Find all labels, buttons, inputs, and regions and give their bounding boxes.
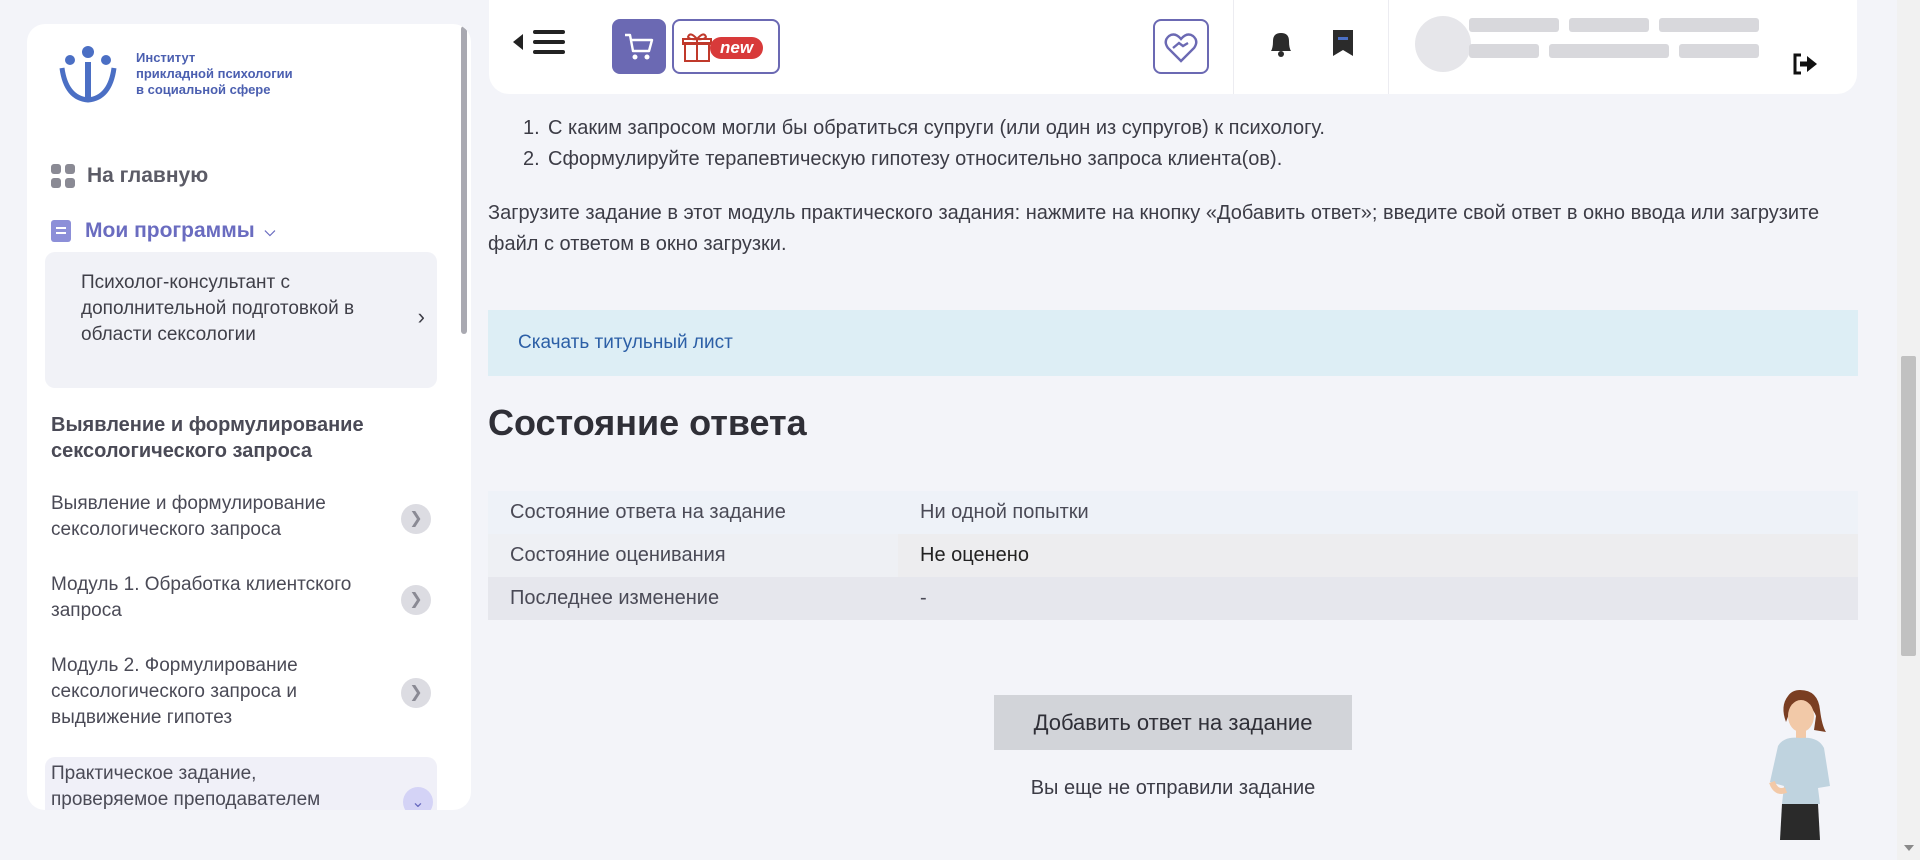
submission-status-table: Состояние ответа на задание Ни одной поп… (488, 491, 1858, 620)
download-title-page-link[interactable]: Скачать титульный лист (518, 332, 733, 354)
logout-icon (1793, 53, 1817, 75)
notifications-button[interactable] (1267, 28, 1295, 65)
sidebar-toggle-button[interactable] (513, 30, 565, 54)
section-title: Выявление и формулирование сексологическ… (51, 414, 364, 462)
chevron-right-icon[interactable]: ❯ (401, 504, 431, 534)
chevron-down-icon[interactable]: ⌄ (403, 787, 433, 810)
header-divider (1233, 0, 1234, 94)
document-icon (51, 220, 71, 242)
header-divider (1388, 0, 1389, 94)
nav-my-programs[interactable]: Мои программы ⌵ (51, 219, 275, 243)
logo-line: прикладной психологии (136, 66, 293, 81)
status-value: Не оценено (898, 534, 1858, 577)
sidebar-item-label: Модуль 1. Обработка клиентского запроса (51, 574, 352, 621)
add-submission-button[interactable]: Добавить ответ на задание (994, 695, 1352, 750)
status-label: Последнее изменение (488, 577, 898, 620)
nav-home[interactable]: На главную (51, 164, 208, 188)
submission-status-title: Состояние ответа (488, 402, 807, 443)
question-number: 1. (523, 117, 540, 139)
question-number: 2. (523, 148, 540, 170)
question-item: 2. Сформулируйте терапевтическую гипотезу… (523, 144, 1325, 175)
table-row: Последнее изменение - (488, 577, 1858, 620)
table-row: Состояние ответа на задание Ни одной поп… (488, 491, 1858, 534)
bookmarks-button[interactable] (1329, 28, 1357, 65)
new-badge: new (710, 37, 764, 59)
top-header: new (489, 0, 1857, 94)
chevron-right-icon[interactable]: ❯ (401, 678, 431, 708)
handshake-heart-icon (1164, 32, 1198, 63)
sidebar-item[interactable]: Модуль 1. Обработка клиентского запроса … (51, 572, 431, 624)
chevron-right-icon[interactable]: ❯ (401, 585, 431, 615)
gift-icon (682, 33, 712, 62)
download-banner: Скачать титульный лист (488, 310, 1858, 376)
page-scrollbar-thumb[interactable] (1901, 356, 1916, 656)
sidebar-item-label: Выявление и формулирование сексологическ… (51, 493, 326, 540)
program-title: Психолог-консультант с дополнительной по… (81, 272, 355, 345)
nav-home-label: На главную (87, 164, 209, 187)
sidebar: Институт прикладной психологии в социаль… (27, 24, 471, 810)
assistant-avatar-icon (1769, 690, 1830, 840)
logo-text: Институт прикладной психологии в социаль… (136, 50, 293, 98)
question-text: Сформулируйте терапевтическую гипотезу о… (548, 148, 1283, 170)
logo-line: Институт (136, 50, 196, 65)
scroll-down-arrow-icon[interactable] (1904, 845, 1914, 851)
sidebar-item-label: Практическое задание, проверяемое препод… (51, 763, 321, 810)
sidebar-item[interactable]: Модуль 2. Формулирование сексологическог… (51, 653, 431, 731)
institute-logo-icon (59, 46, 117, 103)
chevron-down-icon: ⌵ (264, 222, 276, 239)
chevron-right-icon: › (417, 304, 425, 329)
program-card[interactable]: Психолог-консультант с дополнительной по… (45, 252, 437, 388)
status-label: Состояние оценивания (488, 534, 898, 577)
sidebar-item-label: Модуль 2. Формулирование сексологическог… (51, 655, 298, 728)
not-submitted-text: Вы еще не отправили задание (1030, 777, 1316, 799)
logout-button[interactable] (1791, 52, 1819, 81)
cart-button[interactable] (612, 19, 666, 74)
status-value: Ни одной попытки (898, 491, 1858, 534)
sidebar-item[interactable]: Выявление и формулирование сексологическ… (51, 491, 431, 543)
cart-icon (625, 33, 654, 59)
status-value: - (898, 577, 1858, 620)
question-list: 1. С каким запросом могли бы обратиться с… (523, 113, 1325, 175)
table-row: Состояние оценивания Не оценено (488, 534, 1858, 577)
sidebar-item-active[interactable]: Практическое задание, проверяемое препод… (45, 757, 437, 810)
user-name-blurred[interactable] (1469, 14, 1769, 72)
dashboard-grid-icon (51, 164, 75, 188)
avatar[interactable] (1415, 16, 1471, 72)
bell-icon (1271, 33, 1291, 57)
instructions-text: Загрузите задание в этот модуль практиче… (488, 202, 1820, 255)
assistant-character[interactable] (1760, 686, 1840, 840)
logo-line: в социальной сфере (136, 82, 271, 97)
gift-button[interactable]: new (672, 19, 780, 74)
collapse-sidebar-icon (513, 34, 523, 50)
institute-logo[interactable]: Институт прикладной психологии в социаль… (56, 42, 293, 106)
question-text: С каким запросом могли бы обратиться суп… (548, 117, 1325, 139)
nav-my-programs-label: Мои программы (85, 219, 255, 242)
support-button[interactable] (1153, 19, 1209, 74)
page-scrollbar[interactable] (1897, 0, 1920, 860)
sidebar-scrollbar[interactable] (461, 26, 467, 334)
sidebar-item-active-inner: Практическое задание, проверяемое препод… (51, 761, 431, 810)
question-item: 1. С каким запросом могли бы обратиться с… (523, 113, 1325, 144)
status-label: Состояние ответа на задание (488, 491, 898, 534)
bookmark-icon (1333, 30, 1353, 56)
hamburger-icon (533, 30, 565, 54)
